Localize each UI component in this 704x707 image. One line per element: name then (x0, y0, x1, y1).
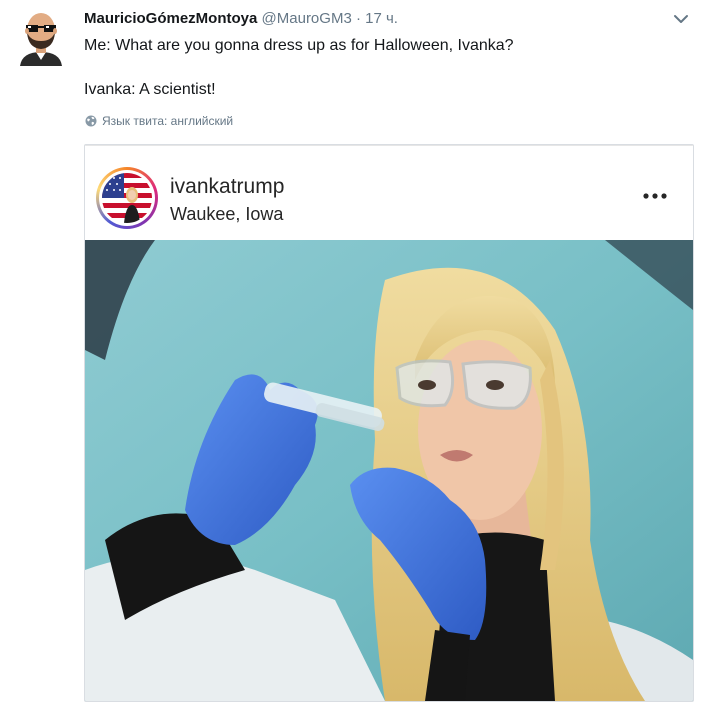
instagram-header: ivankatrump Waukee, Iowa (85, 145, 693, 242)
instagram-more-button[interactable] (642, 188, 668, 199)
instagram-embed-card[interactable]: ivankatrump Waukee, Iowa (84, 144, 694, 702)
separator-dot: · (355, 10, 361, 27)
instagram-location[interactable]: Waukee, Iowa (170, 203, 283, 225)
display-name[interactable]: MauricioGómezMontoya (84, 10, 257, 27)
user-handle[interactable]: @MauroGM3 (262, 10, 352, 27)
tweet-language-note: Язык твита: английский (85, 113, 233, 129)
instagram-photo[interactable] (85, 240, 693, 701)
instagram-avatar-ring[interactable] (96, 167, 158, 229)
tweet-menu-button[interactable] (672, 11, 690, 27)
bitmoji-avatar-sunglasses-icon (20, 13, 62, 66)
instagram-username[interactable]: ivankatrump (170, 174, 284, 200)
tweet-timestamp[interactable]: 17 ч. (365, 10, 398, 27)
tweet-header: MauricioGómezMontoya @MauroGM3 · 17 ч. (84, 9, 398, 29)
language-label[interactable]: Язык твита: английский (102, 113, 233, 129)
more-dots-icon (643, 193, 667, 199)
tweet: MauricioGómezMontoya @MauroGM3 · 17 ч. M… (0, 0, 704, 707)
tweet-text-line: Ivanka: A scientist! (84, 81, 216, 98)
chevron-down-icon (674, 15, 688, 23)
flag-portrait-icon (102, 173, 152, 223)
scientist-photo-image (85, 240, 693, 701)
tweet-text-line: Me: What are you gonna dress up as for H… (84, 37, 514, 54)
globe-icon (85, 115, 97, 127)
instagram-avatar (102, 173, 152, 223)
user-avatar[interactable] (14, 8, 68, 66)
tweet-text: Me: What are you gonna dress up as for H… (84, 35, 684, 101)
